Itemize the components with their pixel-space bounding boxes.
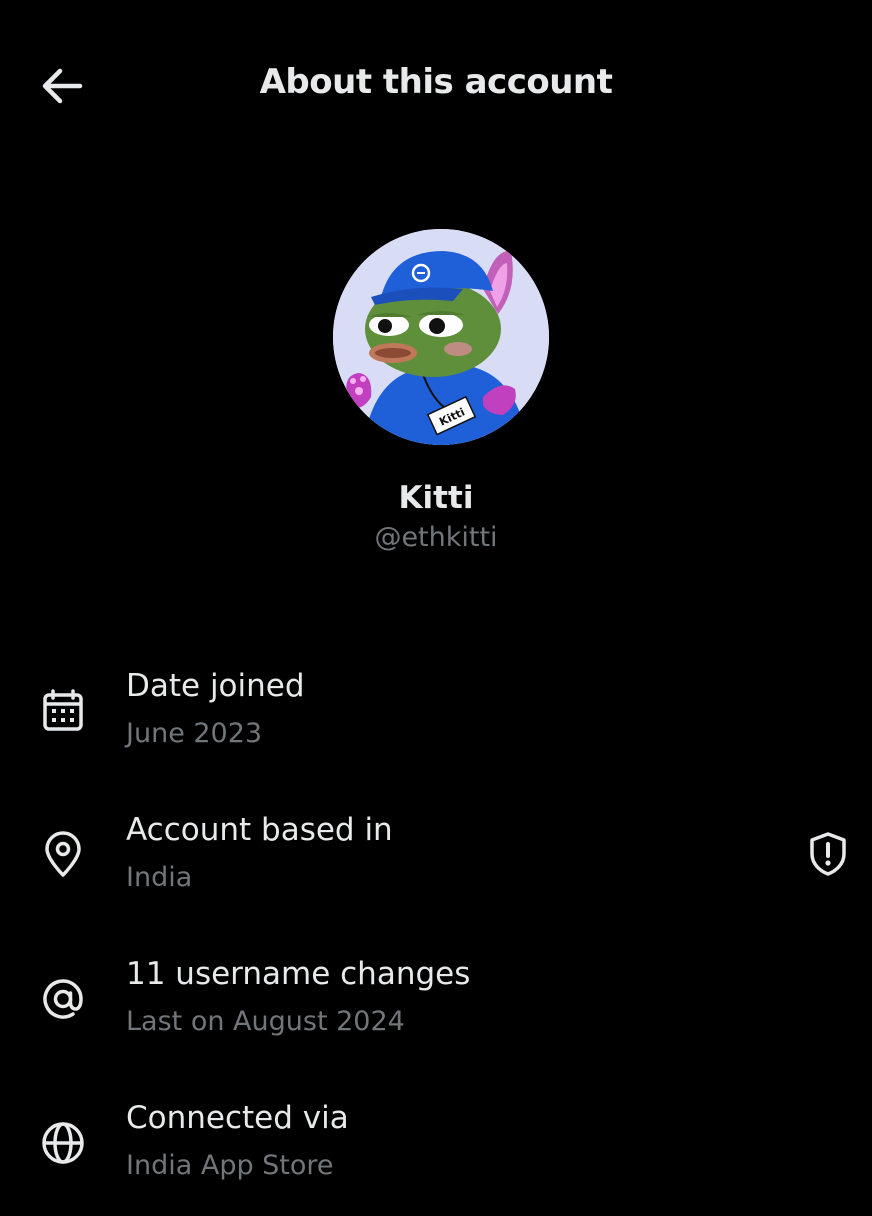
info-row-date-joined: Date joined June 2023: [0, 664, 872, 784]
location-pin-icon: [36, 828, 90, 882]
handle: @ethkitti: [374, 522, 498, 553]
row-subtitle: Last on August 2024: [126, 1006, 405, 1037]
row-title: Account based in: [126, 812, 393, 848]
row-title: Date joined: [126, 668, 305, 704]
display-name: Kitti: [398, 480, 474, 516]
info-row-connected-via: Connected via India App Store: [0, 1096, 872, 1216]
shield-alert-button[interactable]: [800, 826, 856, 882]
row-subtitle: India App Store: [126, 1150, 334, 1181]
row-title: 11 username changes: [126, 956, 471, 992]
at-sign-icon: [36, 972, 90, 1026]
row-subtitle: June 2023: [126, 718, 263, 749]
page-title: About this account: [259, 62, 613, 102]
globe-icon: [36, 1116, 90, 1170]
row-subtitle: India: [126, 862, 193, 893]
avatar[interactable]: Kitti: [333, 229, 549, 445]
info-row-username-changes: 11 username changes Last on August 2024: [0, 952, 872, 1072]
shield-alert-icon: [810, 832, 846, 876]
row-title: Connected via: [126, 1100, 349, 1136]
info-row-account-based-in: Account based in India: [0, 808, 872, 928]
header: About this account: [0, 0, 872, 172]
calendar-icon: [36, 684, 90, 738]
